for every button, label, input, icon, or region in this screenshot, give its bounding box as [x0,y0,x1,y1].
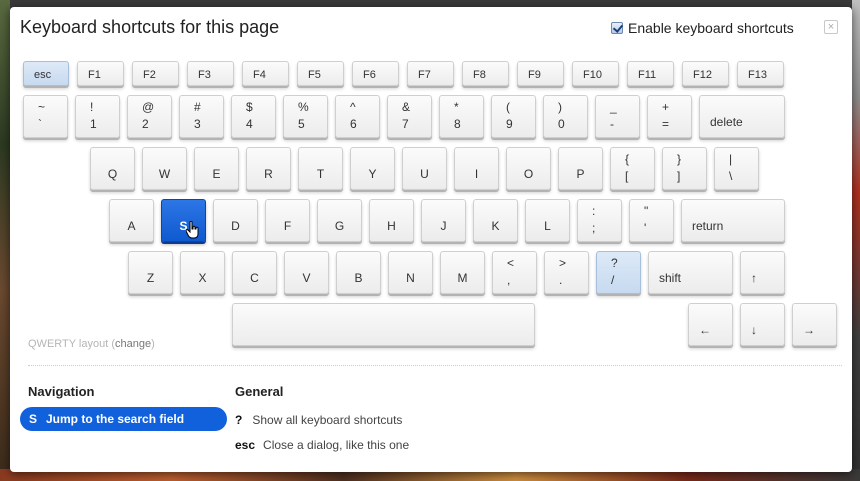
key-8[interactable]: * 8 [439,95,484,138]
background-left [0,0,10,481]
key-backtick[interactable]: ~ ` [23,95,68,138]
key-i[interactable]: I [454,147,499,190]
key-f10[interactable]: F10 [572,61,619,86]
key-esc[interactable]: esc [23,61,69,86]
general-heading: General [235,384,284,399]
key-delete[interactable]: delete [699,95,785,138]
key-f[interactable]: F [265,199,310,242]
key-l[interactable]: L [525,199,570,242]
enable-shortcuts-toggle[interactable]: Enable keyboard shortcuts [611,20,794,36]
layout-note-suffix: ) [151,338,155,350]
key-arrow-left[interactable]: ← [688,303,733,346]
shortcut-key: S [29,412,38,426]
shortcut-description: Close a dialog, like this one [263,438,410,452]
layout-note: QWERTY layout (change) [28,338,155,350]
key-f8[interactable]: F8 [462,61,509,86]
key-j[interactable]: J [421,199,466,242]
key-arrow-up[interactable]: ↑ [740,251,785,294]
key-0[interactable]: ) 0 [543,95,588,138]
hand-cursor-icon [186,221,199,239]
navigation-heading: Navigation [28,384,95,399]
key-7[interactable]: & 7 [387,95,432,138]
key-c[interactable]: C [232,251,277,294]
key-semicolon[interactable]: :; [577,199,622,242]
key-f1[interactable]: F1 [77,61,124,86]
key-w[interactable]: W [142,147,187,190]
shortcut-show-all: ? Show all keyboard shortcuts [235,413,402,427]
key-r[interactable]: R [246,147,291,190]
key-f13[interactable]: F13 [737,61,784,86]
key-5[interactable]: % 5 [283,95,328,138]
key-e[interactable]: E [194,147,239,190]
keyboard-shortcuts-dialog: Keyboard shortcuts for this page Enable … [10,7,852,472]
key-arrow-down[interactable]: ↓ [740,303,785,346]
key-f2[interactable]: F2 [132,61,179,86]
key-p[interactable]: P [558,147,603,190]
key-u[interactable]: U [402,147,447,190]
key-2[interactable]: @2 [127,95,172,138]
key-z[interactable]: Z [128,251,173,294]
key-minus[interactable]: _ - [595,95,640,138]
dialog-title: Keyboard shortcuts for this page [20,17,280,37]
shortcut-key: ? [235,413,243,427]
key-b[interactable]: B [336,251,381,294]
close-button[interactable]: × [824,20,838,34]
key-space[interactable] [232,303,535,346]
key-close-bracket[interactable]: }] [662,147,707,190]
key-h[interactable]: H [369,199,414,242]
shortcut-jump-to-search[interactable]: S Jump to the search field [20,407,227,431]
key-f4[interactable]: F4 [242,61,289,86]
key-a[interactable]: A [109,199,154,242]
key-shift[interactable]: shift [648,251,733,294]
key-6[interactable]: ^ 6 [335,95,380,138]
key-q[interactable]: Q [90,147,135,190]
enable-shortcuts-checkbox[interactable] [611,22,623,34]
key-t[interactable]: T [298,147,343,190]
shortcut-close-dialog: esc Close a dialog, like this one [235,438,409,452]
key-slash[interactable]: ? / [596,251,641,294]
layout-note-prefix: QWERTY layout ( [28,338,116,350]
key-f6[interactable]: F6 [352,61,399,86]
key-k[interactable]: K [473,199,518,242]
key-f11[interactable]: F11 [627,61,674,86]
key-arrow-right[interactable]: → [792,303,837,346]
key-1[interactable]: ! 1 [75,95,120,138]
shortcut-description: Show all keyboard shortcuts [252,413,403,427]
key-comma[interactable]: <, [492,251,537,294]
key-return[interactable]: return [681,199,785,242]
key-quote[interactable]: " ' [629,199,674,242]
key-d[interactable]: D [213,199,258,242]
key-n[interactable]: N [388,251,433,294]
key-period[interactable]: >. [544,251,589,294]
change-layout-link[interactable]: change [115,338,151,350]
key-m[interactable]: M [440,251,485,294]
shortcut-description: Jump to the search field [46,412,185,426]
key-g[interactable]: G [317,199,362,242]
key-9[interactable]: (9 [491,95,536,138]
key-f5[interactable]: F5 [297,61,344,86]
key-x[interactable]: X [180,251,225,294]
enable-shortcuts-label: Enable keyboard shortcuts [628,20,794,36]
key-equals[interactable]: + = [647,95,692,138]
key-y[interactable]: Y [350,147,395,190]
shortcut-key: esc [235,438,256,452]
key-4[interactable]: $4 [231,95,276,138]
key-open-bracket[interactable]: {[ [610,147,655,190]
key-f12[interactable]: F12 [682,61,729,86]
background-right [852,0,860,481]
key-f7[interactable]: F7 [407,61,454,86]
key-f9[interactable]: F9 [517,61,564,86]
section-divider [28,365,842,366]
key-f3[interactable]: F3 [187,61,234,86]
key-3[interactable]: #3 [179,95,224,138]
key-o[interactable]: O [506,147,551,190]
key-v[interactable]: V [284,251,329,294]
key-backslash[interactable]: | \ [714,147,759,190]
